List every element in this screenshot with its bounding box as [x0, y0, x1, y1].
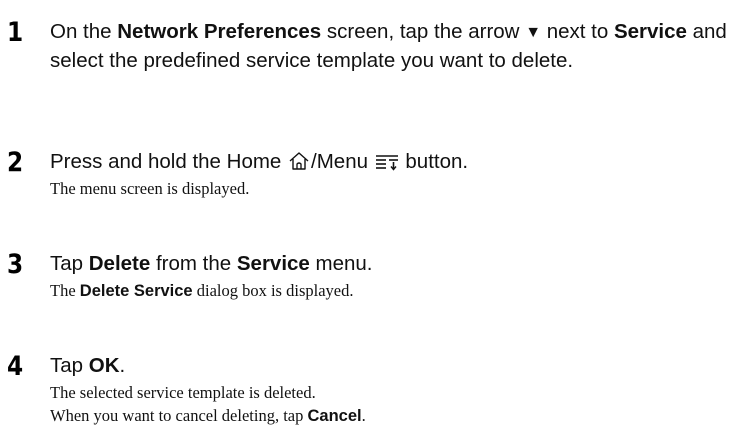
text-segment: Tap [50, 252, 89, 275]
network-preferences-label: Network Preferences [117, 20, 322, 43]
text-segment: next to [541, 20, 614, 43]
ok-label: OK [88, 354, 120, 377]
step-instruction: Tap Delete from the Service menu. [50, 250, 750, 278]
text-segment: When you want to cancel deleting, tap [50, 406, 308, 425]
text-segment: dialog box is displayed. [192, 281, 354, 300]
step-number: 2 [7, 147, 24, 178]
text-segment: . [361, 406, 366, 425]
step-instruction: Tap OK. [50, 352, 750, 380]
step-number: 3 [7, 249, 24, 280]
text-segment: /Menu [311, 150, 374, 173]
cancel-label: Cancel [307, 407, 362, 425]
text-segment: . [119, 354, 126, 377]
result-text: The menu screen is displayed. [50, 179, 250, 198]
text-segment: menu. [309, 252, 373, 275]
step-number: 1 [7, 17, 24, 48]
text-segment: Press and hold the Home [50, 150, 288, 173]
home-icon [288, 151, 310, 179]
text-segment: from the [150, 252, 237, 275]
text-segment: On the [50, 20, 118, 43]
text-segment: The [50, 281, 80, 300]
delete-service-label: Delete Service [79, 282, 193, 300]
service-label: Service [236, 252, 310, 275]
service-label: Service [613, 20, 687, 43]
dropdown-arrow-icon: ▼ [525, 24, 542, 41]
step-result: The menu screen is displayed. [50, 177, 750, 200]
text-segment: Tap [50, 354, 89, 377]
instruction-page: { "steps": [ { "number": "1", "text": { … [0, 0, 752, 448]
text-segment: screen, tap the arrow [321, 20, 526, 43]
delete-label: Delete [88, 252, 151, 275]
step-instruction: Press and hold the Home /Menu button. [50, 148, 750, 179]
text-segment: button. [399, 150, 469, 173]
result-text: The selected service template is deleted… [50, 383, 316, 402]
step-instruction: On the Network Preferences screen, tap t… [50, 18, 750, 75]
menu-icon [375, 151, 399, 179]
step-result: The selected service template is deleted… [50, 381, 750, 428]
cancel-hint: When you want to cancel deleting, tap Ca… [50, 404, 750, 428]
step-result: The Delete Service dialog box is display… [50, 279, 750, 303]
step-number: 4 [7, 351, 24, 382]
